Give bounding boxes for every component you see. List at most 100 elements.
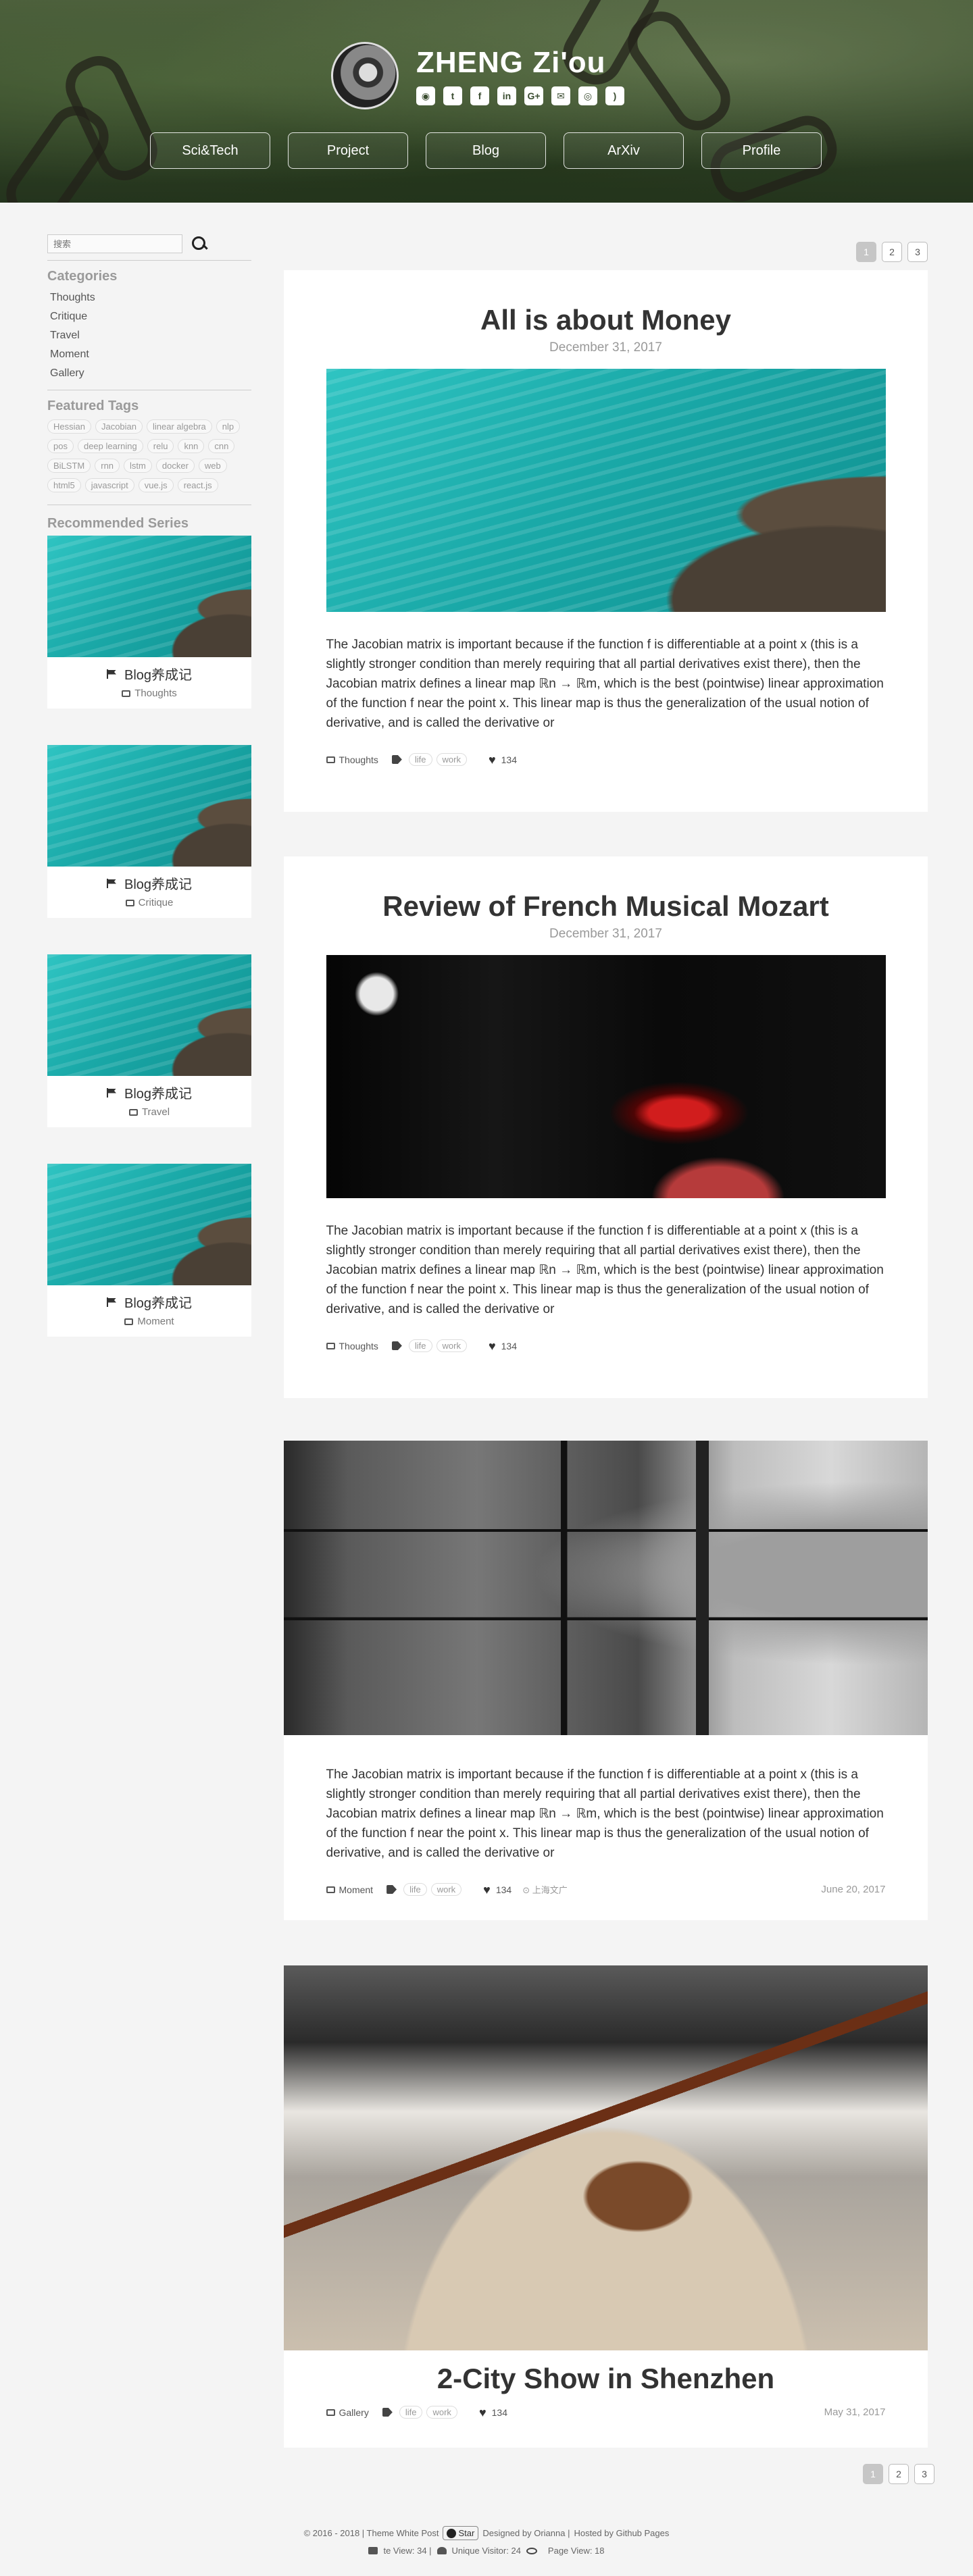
rss-icon[interactable]: ) (605, 86, 624, 105)
series-title[interactable]: Blog养成记 (124, 1292, 192, 1312)
post-title[interactable]: 2-City Show in Shenzhen (284, 2363, 928, 2395)
facebook-icon[interactable]: f (470, 86, 489, 105)
tag-chip[interactable]: Jacobian (95, 419, 143, 434)
page-1-button[interactable]: 1 (856, 242, 876, 262)
site-footer: © 2016 - 2018 | Theme White Post Star De… (0, 2526, 973, 2556)
heart-icon[interactable]: ♥ (489, 1340, 496, 1352)
post-meta: Moment life work ♥ 134 ⊙ 上海文广 June 20, 2… (326, 1883, 886, 1896)
tag-chip[interactable]: relu (147, 439, 174, 453)
nav-arxiv[interactable]: ArXiv (564, 132, 684, 169)
nav-blog[interactable]: Blog (426, 132, 546, 169)
twitter-icon[interactable]: t (443, 86, 462, 105)
tag-chip[interactable]: nlp (216, 419, 241, 434)
tag-chip[interactable]: rnn (95, 459, 120, 473)
tag-icon (382, 2408, 393, 2417)
github-icon[interactable]: ◉ (416, 86, 435, 105)
post-date: May 31, 2017 (824, 2406, 886, 2418)
inbox-icon (124, 1318, 134, 1325)
category-gallery[interactable]: Gallery (47, 364, 251, 383)
post-tag[interactable]: life (408, 753, 432, 766)
post-tag[interactable]: work (430, 1883, 462, 1896)
heart-icon[interactable]: ♥ (479, 2406, 487, 2419)
post-tag[interactable]: work (426, 2406, 457, 2419)
tag-chip[interactable]: react.js (177, 478, 218, 492)
like-count: 134 (501, 754, 517, 765)
post-tag[interactable]: life (403, 1883, 427, 1896)
nav-scitech[interactable]: Sci&Tech (150, 132, 270, 169)
tag-chip[interactable]: deep learning (77, 439, 143, 453)
post-card[interactable]: Review of French Musical Mozart December… (284, 856, 928, 1398)
post-title[interactable]: Review of French Musical Mozart (284, 890, 928, 923)
tag-chip[interactable]: docker (155, 459, 195, 473)
post-category[interactable]: Thoughts (339, 1341, 378, 1351)
series-image[interactable] (47, 536, 251, 657)
post-image[interactable] (326, 369, 886, 612)
divider (47, 260, 251, 261)
tag-chip[interactable]: vue.js (138, 478, 174, 492)
tag-chip[interactable]: pos (47, 439, 74, 453)
search-input[interactable] (47, 234, 182, 253)
github-star-button[interactable]: Star (443, 2526, 479, 2540)
series-image[interactable] (47, 1164, 251, 1285)
instagram-icon[interactable]: ◎ (578, 86, 597, 105)
post-tag[interactable]: work (436, 753, 467, 766)
google-plus-icon[interactable]: G+ (524, 86, 543, 105)
tag-chip[interactable]: BiLSTM (47, 459, 91, 473)
heart-icon[interactable]: ♥ (489, 754, 496, 766)
tag-chip[interactable]: cnn (208, 439, 235, 453)
tag-chip[interactable]: html5 (47, 478, 81, 492)
avatar[interactable] (331, 42, 399, 109)
page-2-button[interactable]: 2 (882, 242, 902, 262)
heart-icon[interactable]: ♥ (483, 1884, 491, 1896)
post-tag[interactable]: work (436, 1339, 467, 1352)
tag-chip[interactable]: knn (178, 439, 205, 453)
series-category[interactable]: Critique (139, 897, 174, 908)
page-view-count: Page View: 18 (547, 2546, 605, 2556)
tag-chip[interactable]: javascript (84, 478, 134, 492)
hosted-by-link[interactable]: Hosted by Github Pages (574, 2528, 669, 2538)
page-3-button[interactable]: 3 (914, 2464, 934, 2484)
nav-project[interactable]: Project (288, 132, 408, 169)
series-card[interactable]: Blog养成记 Thoughts (47, 536, 251, 709)
series-image[interactable] (47, 954, 251, 1076)
tag-chip[interactable]: Hessian (47, 419, 91, 434)
post-image[interactable] (284, 1441, 928, 1735)
category-travel[interactable]: Travel (47, 326, 251, 345)
category-critique[interactable]: Critique (47, 307, 251, 326)
page-3-button[interactable]: 3 (907, 242, 928, 262)
inbox-icon (326, 1342, 335, 1349)
post-category[interactable]: Thoughts (339, 754, 378, 765)
series-title[interactable]: Blog养成记 (124, 1083, 192, 1102)
series-card[interactable]: Blog养成记 Moment (47, 1164, 251, 1337)
post-card[interactable]: The Jacobian matrix is important because… (284, 1441, 928, 1920)
post-tag[interactable]: life (408, 1339, 432, 1352)
tag-chip[interactable]: linear algebra (147, 419, 212, 434)
series-category[interactable]: Travel (142, 1106, 170, 1118)
post-image[interactable] (326, 955, 886, 1198)
series-card[interactable]: Blog养成记 Critique (47, 745, 251, 918)
series-category[interactable]: Thoughts (134, 688, 177, 699)
post-title[interactable]: All is about Money (284, 304, 928, 336)
linkedin-icon[interactable]: in (497, 86, 516, 105)
series-category[interactable]: Moment (137, 1316, 174, 1327)
series-title[interactable]: Blog养成记 (124, 873, 192, 893)
category-moment[interactable]: Moment (47, 345, 251, 364)
post-card[interactable]: All is about Money December 31, 2017 The… (284, 270, 928, 812)
page-2-button[interactable]: 2 (889, 2464, 909, 2484)
tag-chip[interactable]: web (198, 459, 227, 473)
post-tag[interactable]: life (399, 2406, 423, 2419)
series-title[interactable]: Blog养成记 (124, 664, 192, 684)
search-icon[interactable] (191, 235, 208, 253)
site-name[interactable]: ZHENG Zi'ou (416, 46, 624, 80)
post-category[interactable]: Moment (339, 1884, 374, 1895)
page-1-button[interactable]: 1 (863, 2464, 883, 2484)
category-thoughts[interactable]: Thoughts (47, 288, 251, 307)
series-card[interactable]: Blog养成记 Travel (47, 954, 251, 1127)
post-category[interactable]: Gallery (339, 2407, 369, 2418)
email-icon[interactable]: ✉ (551, 86, 570, 105)
post-image[interactable] (284, 1965, 928, 2350)
series-image[interactable] (47, 745, 251, 867)
post-card[interactable]: 2-City Show in Shenzhen Gallery life wor… (284, 1965, 928, 2448)
tag-chip[interactable]: lstm (124, 459, 152, 473)
nav-profile[interactable]: Profile (701, 132, 822, 169)
